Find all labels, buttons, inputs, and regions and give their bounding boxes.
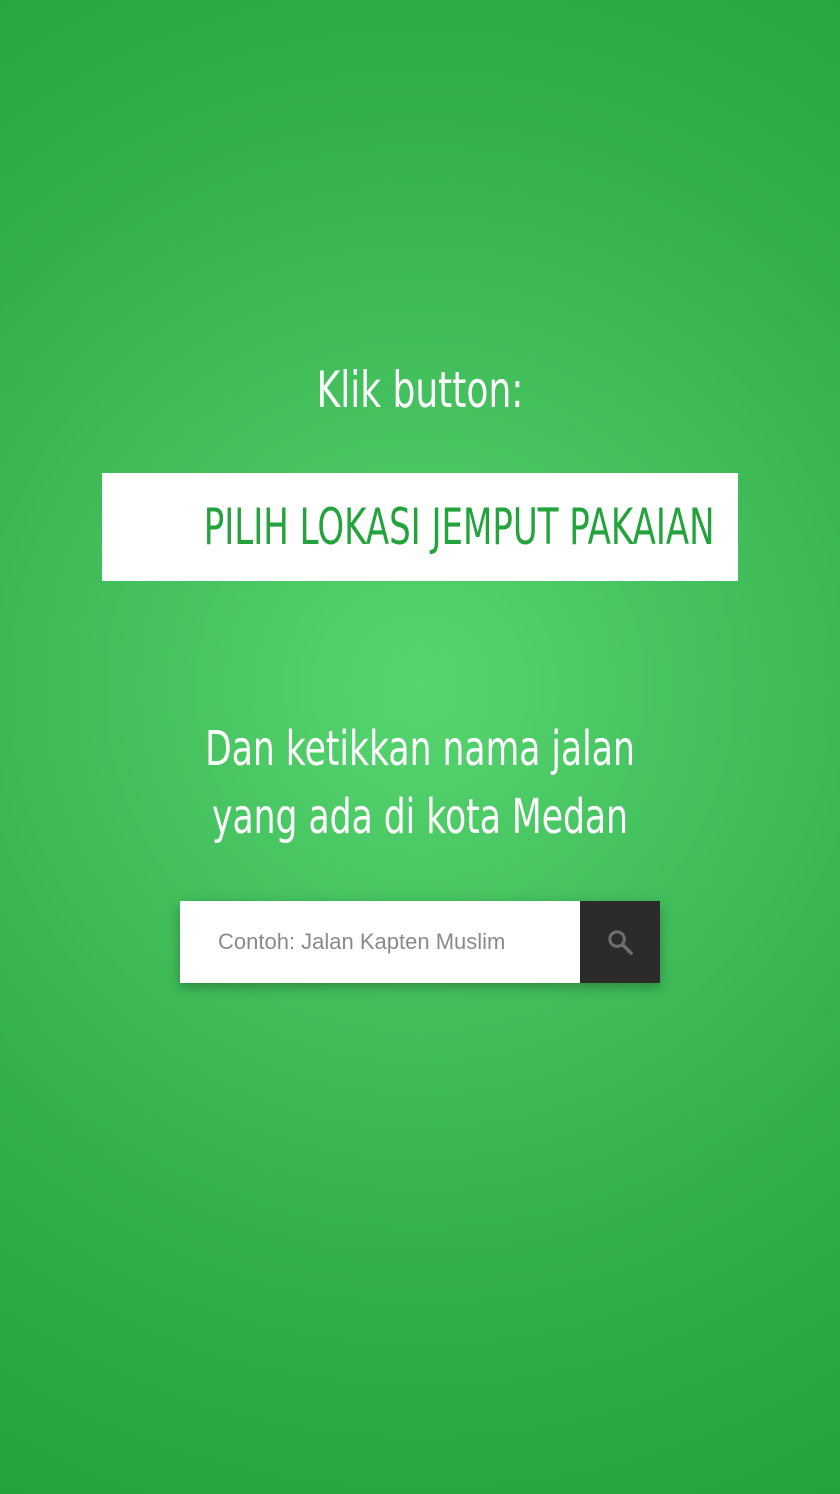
search-input[interactable] — [180, 901, 580, 983]
pick-location-button-label: PILIH LOKASI JEMPUT PAKAIAN — [203, 498, 715, 556]
search-button[interactable] — [580, 901, 660, 983]
intro-heading: Klik button: — [316, 361, 524, 419]
instruction-text: Dan ketikkan nama jalan yang ada di kota… — [118, 715, 723, 851]
search-bar — [180, 901, 660, 983]
search-icon — [608, 930, 633, 955]
instruction-line-1: Dan ketikkan nama jalan — [205, 721, 635, 777]
instruction-screen: Klik button: PILIH LOKASI JEMPUT PAKAIAN… — [0, 0, 840, 1494]
instruction-line-2: yang ada di kota Medan — [211, 789, 629, 845]
pick-location-button[interactable]: PILIH LOKASI JEMPUT PAKAIAN — [102, 473, 738, 581]
